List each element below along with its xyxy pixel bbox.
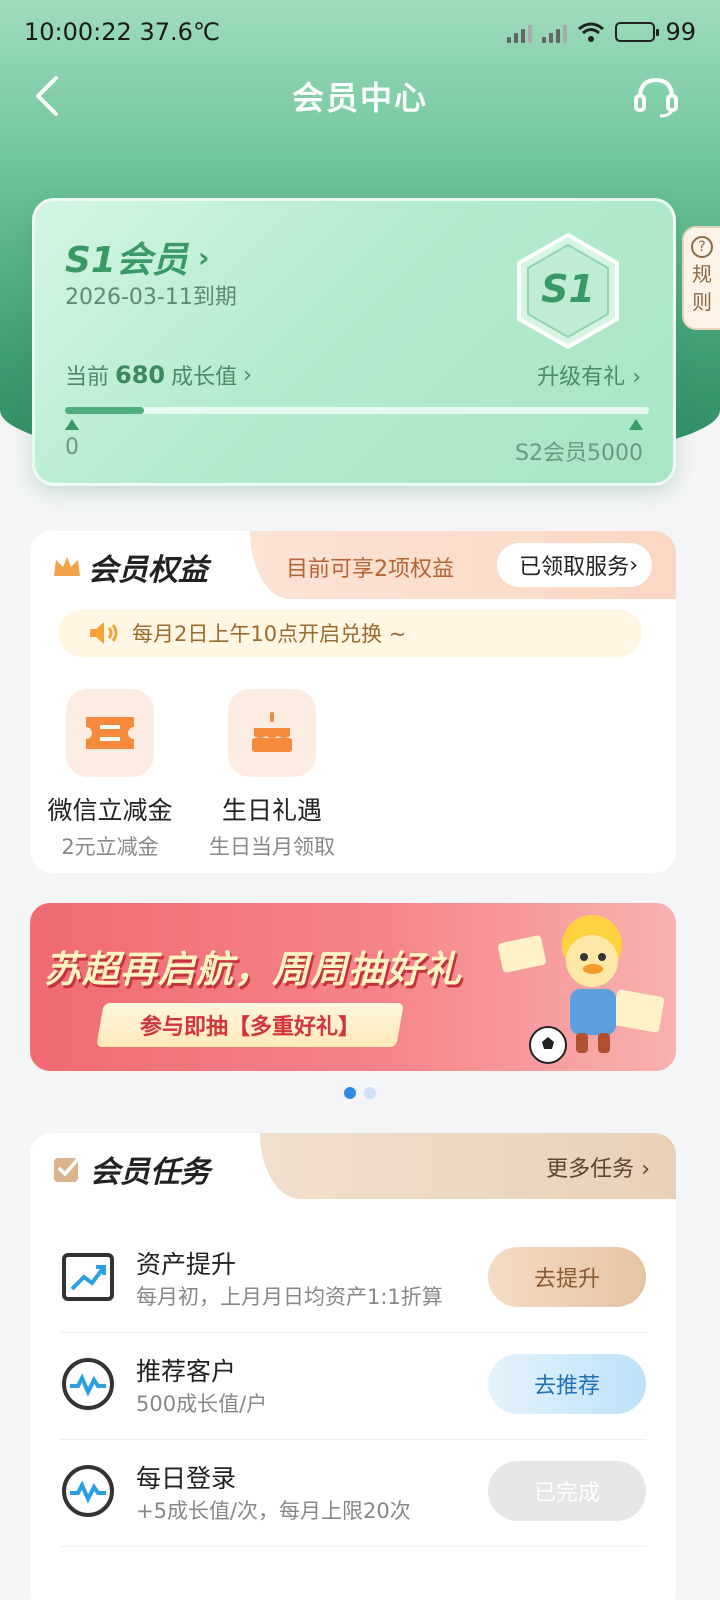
tasks-title: 会员任务 xyxy=(52,1147,210,1191)
crown-icon xyxy=(54,557,80,576)
exchange-notice-text: 每月2日上午10点开启兑换 ~ xyxy=(132,622,407,646)
chevron-right-icon: › xyxy=(632,365,641,390)
benefits-title: 会员权益 xyxy=(52,545,208,589)
signal-icon-2 xyxy=(542,21,568,43)
benefit-sub: 2元立减金 xyxy=(61,835,159,859)
question-icon: ? xyxy=(691,236,713,258)
member-card[interactable]: S1会员 › 2026-03-11到期 S1 当前 680 成长值 › 升级有礼… xyxy=(32,198,676,486)
benefit-item-birthday[interactable]: 生日礼遇 生日当月领取 xyxy=(192,689,352,861)
claimed-services-label: 已领取服务 xyxy=(519,555,630,580)
page-title: 会员中心 xyxy=(291,79,428,117)
tasks-card: 会员任务 更多任务 › 资产提升 每月初，上月月日均资产1:1折算 去提升 推荐… xyxy=(30,1133,676,1600)
tasks-title-text: 会员任务 xyxy=(90,1155,210,1190)
rules-tab[interactable]: ? 规 则 xyxy=(682,226,720,330)
growth-progress-bar xyxy=(65,407,649,414)
task-row-daily-login: 每日登录 +5成长值/次，每月上限20次 已完成 xyxy=(60,1441,646,1547)
benefit-icon-box xyxy=(228,689,316,777)
more-tasks-link[interactable]: 更多任务 › xyxy=(546,1151,650,1183)
trend-chart-icon xyxy=(62,1253,114,1301)
chevron-right-icon: › xyxy=(243,362,252,388)
battery-icon xyxy=(615,22,660,42)
benefits-card: 会员权益 目前可享2项权益 已领取服务 › 每月2日上午10点开启兑换 ~ 微信… xyxy=(30,531,676,873)
upgrade-gift-link[interactable]: 升级有礼 › xyxy=(537,359,641,391)
growth-prefix: 当前 xyxy=(65,365,110,390)
speaker-icon xyxy=(90,622,118,644)
completed-button: 已完成 xyxy=(488,1461,646,1521)
banner-pagination xyxy=(0,1087,720,1099)
exchange-notice: 每月2日上午10点开启兑换 ~ xyxy=(58,609,642,657)
task-desc: 500成长值/户 xyxy=(136,1392,268,1416)
go-upgrade-button[interactable]: 去提升 xyxy=(488,1247,646,1307)
task-desc: +5成长值/次，每月上限20次 xyxy=(136,1499,411,1523)
member-level[interactable]: S1会员 › xyxy=(65,231,210,283)
upgrade-label: 升级有礼 xyxy=(537,365,626,390)
progress-start-marker xyxy=(65,419,79,430)
chevron-right-icon: › xyxy=(641,1157,650,1182)
nav-bar: 会员中心 xyxy=(0,64,720,128)
status-bar: 10:00:22 37.6℃ 99 xyxy=(0,0,720,64)
benefits-title-text: 会员权益 xyxy=(88,553,208,588)
chevron-right-icon: › xyxy=(629,552,638,578)
headset-icon[interactable] xyxy=(632,72,680,120)
growth-value-link[interactable]: 当前 680 成长值 › xyxy=(65,359,252,391)
growth-progress-fill xyxy=(65,407,145,414)
status-time: 10:00:22 xyxy=(24,18,132,46)
benefits-header: 会员权益 目前可享2项权益 已领取服务 › xyxy=(30,531,676,599)
task-desc: 每月初，上月月日均资产1:1折算 xyxy=(136,1285,443,1309)
rules-label-2: 则 xyxy=(692,290,712,314)
pulse-icon xyxy=(62,1358,114,1410)
pagination-dot-active[interactable] xyxy=(344,1087,356,1099)
member-expire-date: 2026-03-11到期 xyxy=(65,285,237,310)
promo-banner[interactable]: 苏超再启航，周周抽好礼 参与即抽【多重好礼】 xyxy=(30,903,676,1071)
benefit-name: 微信立减金 xyxy=(47,796,173,825)
growth-value: 680 xyxy=(115,361,166,389)
benefit-icon-box xyxy=(66,689,154,777)
level-badge: S1 xyxy=(513,231,623,351)
status-temperature: 37.6℃ xyxy=(139,18,220,46)
task-name: 资产提升 xyxy=(136,1250,237,1279)
benefit-sub: 生日当月领取 xyxy=(209,835,335,859)
task-row-asset: 资产提升 每月初，上月月日均资产1:1折算 去提升 xyxy=(60,1227,646,1333)
benefits-count: 目前可享2项权益 xyxy=(286,557,454,582)
progress-end-label: S2会员5000 xyxy=(515,441,643,466)
checkbox-icon xyxy=(54,1157,80,1182)
go-recommend-button[interactable]: 去推荐 xyxy=(488,1354,646,1414)
status-right: 99 xyxy=(507,18,696,46)
mascot-illustration xyxy=(498,915,665,1064)
cake-icon xyxy=(252,712,292,752)
member-level-label: S1会员 xyxy=(65,240,188,281)
task-name: 每日登录 xyxy=(136,1464,237,1493)
wifi-icon xyxy=(578,22,605,42)
banner-subtitle: 参与即抽【多重好礼】 xyxy=(139,1015,360,1040)
status-left: 10:00:22 37.6℃ xyxy=(24,18,220,46)
task-row-referral: 推荐客户 500成长值/户 去推荐 xyxy=(60,1334,646,1440)
back-arrow-icon[interactable] xyxy=(28,74,72,118)
banner-title: 苏超再启航，周周抽好礼 xyxy=(44,948,462,991)
pulse-icon xyxy=(62,1465,114,1517)
more-tasks-label: 更多任务 xyxy=(546,1157,635,1182)
level-badge-text: S1 xyxy=(541,267,595,311)
benefit-name: 生日礼遇 xyxy=(221,796,322,825)
signal-icon xyxy=(507,21,533,43)
ticket-icon xyxy=(86,717,134,749)
progress-start-label: 0 xyxy=(65,435,79,460)
rules-label-1: 规 xyxy=(692,262,712,286)
banner-ribbon: 参与即抽【多重好礼】 xyxy=(96,1003,404,1047)
progress-end-marker xyxy=(629,419,643,430)
chevron-right-icon: › xyxy=(197,240,210,274)
task-name: 推荐客户 xyxy=(136,1357,237,1386)
pagination-dot[interactable] xyxy=(364,1087,376,1099)
claimed-services-button[interactable]: 已领取服务 › xyxy=(497,543,652,587)
growth-suffix: 成长值 xyxy=(171,365,238,390)
benefit-item-wechat-discount[interactable]: 微信立减金 2元立减金 xyxy=(30,689,190,861)
battery-level: 99 xyxy=(665,18,696,46)
